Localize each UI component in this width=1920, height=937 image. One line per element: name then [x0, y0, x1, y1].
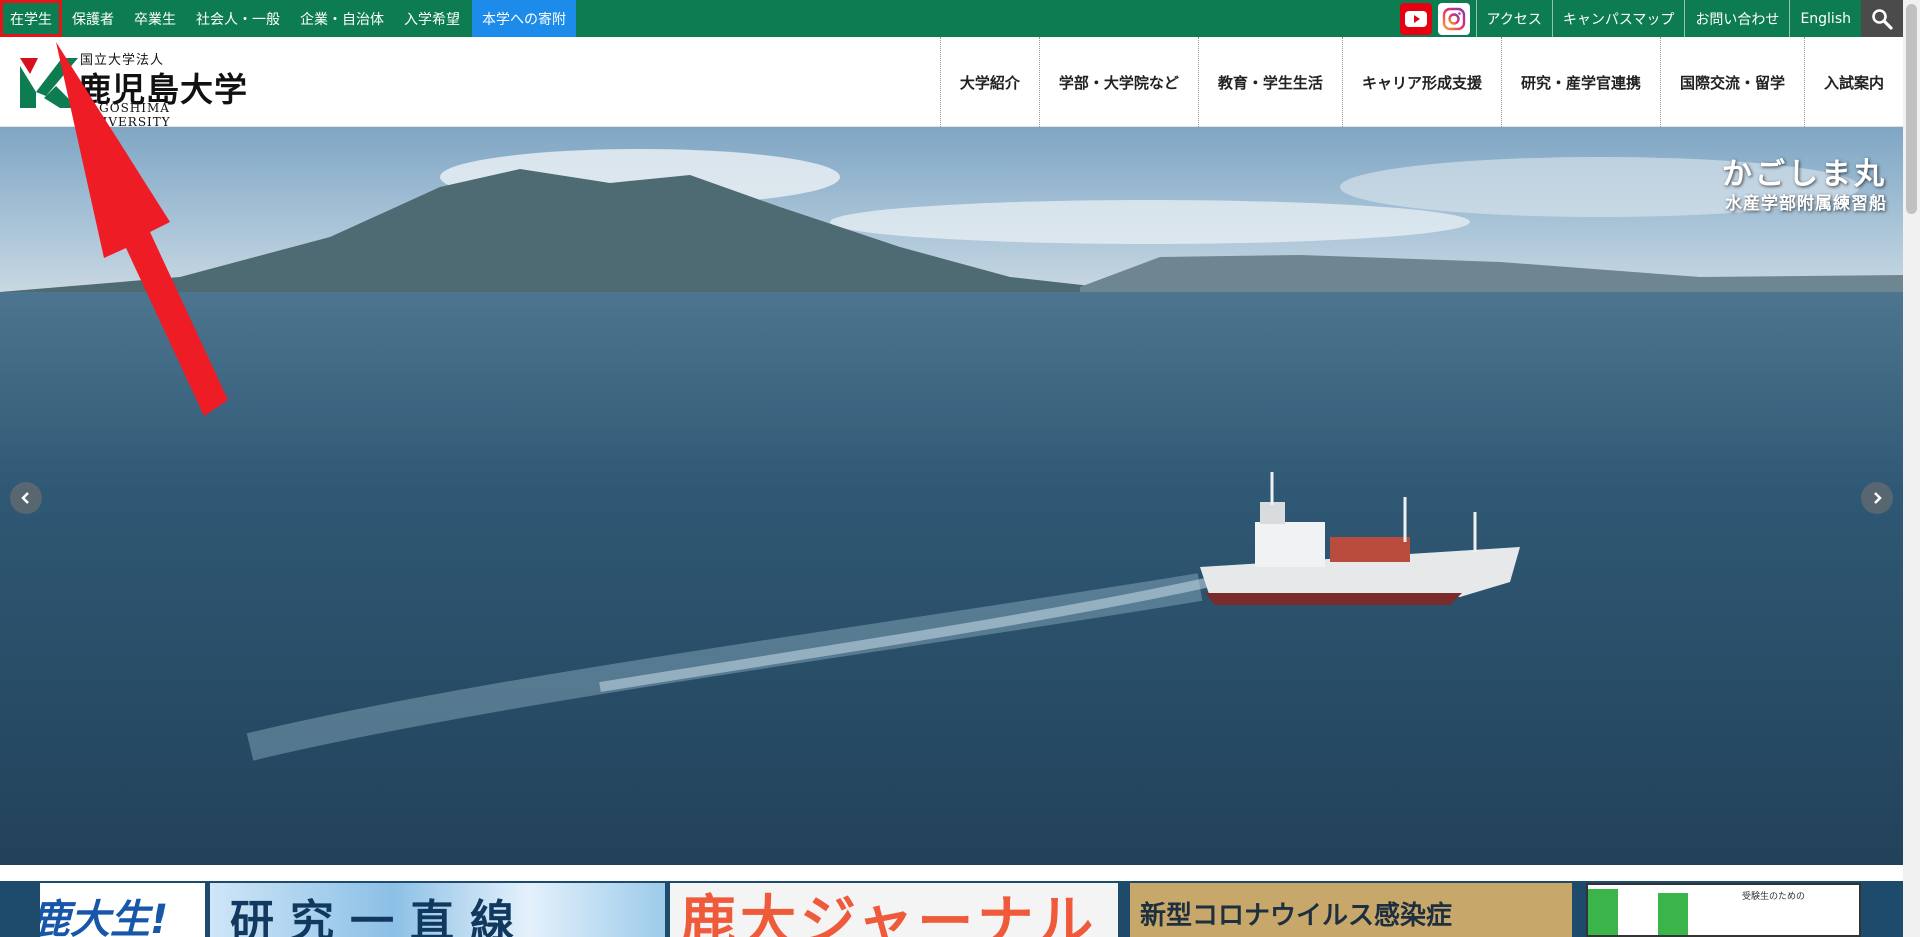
- logo-english: KAGOSHIMA UNIVERSITY: [80, 101, 171, 129]
- logo-mark: [20, 58, 78, 108]
- global-nav: 大学紹介 学部・大学院など 教育・学生生活 キャリア形成支援 研究・産学官連携 …: [939, 37, 1903, 127]
- slide-caption-title: かごしま丸: [1722, 157, 1887, 192]
- gnav-education[interactable]: 教育・学生生活: [1197, 37, 1342, 127]
- audience-guardians[interactable]: 保護者: [62, 0, 124, 37]
- gnav-international[interactable]: 国際交流・留学: [1659, 37, 1804, 127]
- slide-caption: かごしま丸 水産学部附属練習船: [1722, 157, 1887, 215]
- utility-nav: アクセス キャンパスマップ お問い合わせ English: [1399, 0, 1903, 37]
- banner-journal-text: 鹿大ジャーナル: [680, 890, 1098, 937]
- search-button[interactable]: [1861, 0, 1903, 37]
- campus-map-link[interactable]: キャンパスマップ: [1551, 0, 1685, 37]
- banner-students[interactable]: 鹿大生!: [40, 883, 205, 937]
- banner-applicants-graphic: [1658, 893, 1688, 935]
- gnav-admissions[interactable]: 入試案内: [1803, 37, 1903, 127]
- banner-applicants[interactable]: 受験生のための: [1586, 883, 1861, 937]
- audience-companies[interactable]: 企業・自治体: [290, 0, 394, 37]
- donate-link[interactable]: 本学への寄附: [472, 0, 576, 37]
- banner-research-text: 研究一直線: [230, 896, 530, 937]
- banner-strip: 鹿大生! 研究一直線 鹿大ジャーナル 新型コロナウイルス感染症 受験生のための: [0, 865, 1903, 937]
- gnav-career[interactable]: キャリア形成支援: [1341, 37, 1501, 127]
- site-header: 国立大学法人 鹿児島大学 KAGOSHIMA UNIVERSITY 大学紹介 学…: [0, 37, 1903, 129]
- banner-applicants-text: 受験生のための: [1742, 892, 1806, 902]
- audience-nav: 在学生 保護者 卒業生 社会人・一般 企業・自治体 入学希望 本学への寄附: [0, 0, 576, 37]
- banner-students-text: 鹿大生!: [40, 897, 169, 937]
- hero-slideshow: かごしま丸 水産学部附属練習船: [0, 127, 1903, 865]
- audience-current-students[interactable]: 在学生: [0, 0, 62, 37]
- banner-research[interactable]: 研究一直線: [210, 883, 665, 937]
- audience-alumni[interactable]: 卒業生: [124, 0, 186, 37]
- top-utility-bar: 在学生 保護者 卒業生 社会人・一般 企業・自治体 入学希望 本学への寄附 アク…: [0, 0, 1903, 37]
- gnav-faculties[interactable]: 学部・大学院など: [1038, 37, 1198, 127]
- slide-prev-button[interactable]: [10, 482, 42, 514]
- slide-caption-subtitle: 水産学部附属練習船: [1725, 194, 1887, 214]
- university-logo[interactable]: 国立大学法人 鹿児島大学 KAGOSHIMA UNIVERSITY: [16, 49, 266, 129]
- banner-journal[interactable]: 鹿大ジャーナル: [670, 883, 1118, 937]
- audience-applicants[interactable]: 入学希望: [394, 0, 470, 37]
- page-scrollbar[interactable]: [1903, 0, 1920, 937]
- gnav-research[interactable]: 研究・産学官連携: [1500, 37, 1660, 127]
- banner-covid-text: 新型コロナウイルス感染症: [1140, 901, 1453, 931]
- access-link[interactable]: アクセス: [1475, 0, 1552, 37]
- youtube-icon[interactable]: [1399, 2, 1432, 35]
- audience-public[interactable]: 社会人・一般: [186, 0, 290, 37]
- search-icon: [1872, 8, 1893, 30]
- gnav-about[interactable]: 大学紹介: [939, 37, 1039, 127]
- banner-covid[interactable]: 新型コロナウイルス感染症: [1130, 883, 1572, 937]
- chevron-left-icon: [21, 492, 29, 504]
- english-link[interactable]: English: [1789, 0, 1861, 37]
- page: 在学生 保護者 卒業生 社会人・一般 企業・自治体 入学希望 本学への寄附 アク…: [0, 0, 1903, 937]
- banner-applicants-graphic: [1588, 889, 1618, 935]
- instagram-icon[interactable]: [1437, 2, 1470, 35]
- slide-next-button[interactable]: [1861, 482, 1893, 514]
- scrollbar-thumb[interactable]: [1906, 4, 1917, 214]
- chevron-right-icon: [1874, 492, 1882, 504]
- contact-link[interactable]: お問い合わせ: [1684, 0, 1789, 37]
- logo-text: 国立大学法人 鹿児島大学 KAGOSHIMA UNIVERSITY: [78, 49, 264, 129]
- sns-links: [1399, 0, 1476, 37]
- hero-image: [0, 127, 1903, 865]
